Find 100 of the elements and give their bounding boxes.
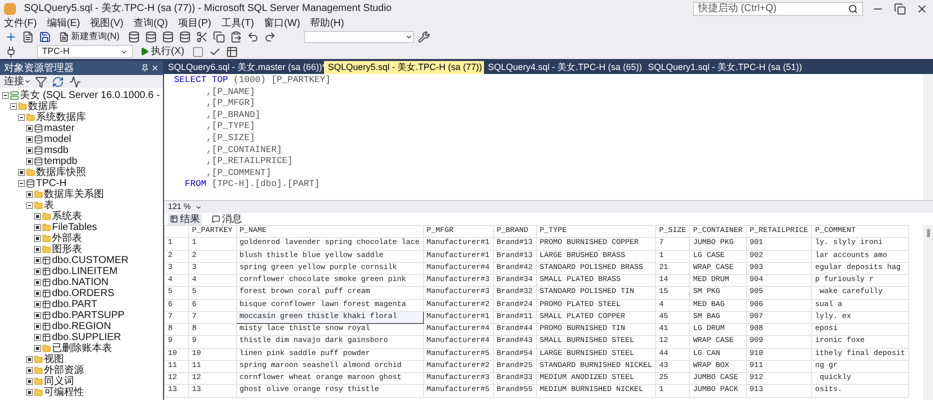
pin-icon[interactable] (141, 64, 149, 72)
tree-item[interactable]: model (44, 134, 72, 145)
expand-toggle[interactable] (26, 136, 33, 143)
expand-toggle[interactable] (34, 334, 41, 341)
zoom-dropdown[interactable]: 121 % (168, 201, 202, 213)
expand-toggle[interactable] (26, 191, 33, 198)
collapse-toggle[interactable] (26, 202, 33, 209)
database-icon[interactable] (178, 30, 192, 44)
document-tab[interactable]: SQLQuery4.sql - 美女.TPC-H (sa (65)) (484, 61, 644, 74)
execute-button[interactable]: 执行(X) (136, 44, 188, 59)
tree-item[interactable]: 外部表 (52, 233, 82, 244)
tree-item[interactable]: dbo.ORDERS (52, 288, 114, 299)
menu-item[interactable]: 文件(F) (4, 18, 37, 30)
menu-item[interactable]: 帮助(H) (310, 18, 344, 30)
expand-toggle[interactable] (34, 235, 41, 242)
expand-toggle[interactable] (34, 290, 41, 297)
expand-toggle[interactable] (26, 378, 33, 385)
activity-icon[interactable] (68, 74, 82, 88)
wrench-icon[interactable] (416, 30, 430, 44)
collapse-toggle[interactable] (2, 92, 9, 99)
expand-toggle[interactable] (34, 312, 41, 319)
results-tab[interactable]: 结果 (168, 214, 202, 224)
scrollbar[interactable] (923, 225, 933, 400)
restore-icon[interactable] (893, 2, 907, 16)
tree-item[interactable]: 数据库快照 (36, 167, 86, 178)
database-icon[interactable] (144, 30, 158, 44)
menu-item[interactable]: 项目(P) (178, 18, 212, 30)
tree-item[interactable]: 视图 (44, 354, 64, 365)
corner-cell (164, 226, 188, 238)
save-icon[interactable] (38, 30, 52, 44)
collapse-toggle[interactable] (10, 103, 17, 110)
expand-toggle[interactable] (34, 246, 41, 253)
quick-launch-field[interactable]: 快捷启动 (Ctrl+Q) (693, 2, 863, 16)
tree-item[interactable]: 已删除账本表 (52, 343, 112, 354)
tree-item[interactable]: dbo.PART (52, 299, 98, 310)
expand-toggle[interactable] (34, 268, 41, 275)
expand-toggle[interactable] (18, 169, 25, 176)
refresh-icon[interactable] (51, 74, 65, 88)
redo-icon[interactable] (262, 30, 276, 44)
expand-toggle[interactable] (26, 125, 33, 132)
tree-item[interactable]: 系统数据库 (36, 112, 86, 123)
menu-item[interactable]: 编辑(E) (46, 18, 80, 30)
tree-item[interactable]: dbo.LINEITEM (52, 266, 118, 277)
tree-item[interactable]: dbo.PARTSUPP (52, 310, 124, 321)
menu-item[interactable]: 窗口(W) (264, 18, 300, 30)
expand-toggle[interactable] (34, 224, 41, 231)
tree-item[interactable]: 可编程性 (44, 387, 84, 398)
scrollbar[interactable] (923, 74, 933, 200)
tree-item[interactable]: dbo.CUSTOMER (52, 255, 129, 266)
collapse-toggle[interactable] (18, 114, 25, 121)
code-editor[interactable]: SELECT TOP (1000) [P_PARTKEY] ,[P_NAME] ,[P_MFGR] ,[P_BRAND] ,[P_TYPE] ,[P_SIZE] ,[P_CONTAINER] ,[P_RETAILPRICE] ,[P_COMMENT] FROM [TPC-H].[dbo].[PART] (164, 74, 933, 201)
tree-item[interactable]: 数据库关系图 (44, 189, 104, 200)
cut-icon[interactable] (194, 30, 208, 44)
menu-item[interactable]: 查询(Q) (133, 18, 168, 30)
new-query-button[interactable]: 新建查询(N) (55, 30, 124, 44)
tree-item[interactable]: 数据库 (28, 101, 58, 112)
expand-toggle[interactable] (34, 213, 41, 220)
database-dropdown[interactable]: TPC-H (37, 45, 133, 58)
tree-item[interactable]: 图形表 (52, 244, 82, 255)
database-icon[interactable] (160, 30, 174, 44)
tree-item[interactable]: FileTables (52, 222, 98, 233)
expand-toggle[interactable] (34, 323, 41, 330)
expand-toggle[interactable] (34, 279, 41, 286)
expand-toggle[interactable] (34, 257, 41, 264)
caret-icon (194, 204, 202, 210)
search-icon[interactable] (848, 4, 858, 14)
database-icon (34, 146, 43, 155)
expand-toggle[interactable] (26, 356, 33, 363)
tree-item[interactable]: msdb (44, 145, 68, 156)
collapse-toggle[interactable] (18, 180, 25, 187)
tree-item[interactable]: dbo.NATION (52, 277, 108, 288)
tree-item[interactable]: 表 (44, 200, 54, 211)
expand-toggle[interactable] (26, 158, 33, 165)
paste-icon[interactable] (228, 30, 242, 44)
database-icon[interactable] (126, 30, 140, 44)
expand-toggle[interactable] (34, 301, 41, 308)
tree-item[interactable]: 美女 (SQL Server 16.0.1000.6 - (20, 90, 160, 101)
expand-toggle[interactable] (26, 389, 33, 396)
copy-icon[interactable] (212, 30, 226, 44)
undo-icon[interactable] (246, 30, 260, 44)
close-icon[interactable] (151, 64, 159, 72)
filter-icon[interactable] (34, 74, 48, 88)
tree-item[interactable]: tempdb (44, 156, 78, 167)
tree-item[interactable]: dbo.REGION (52, 321, 111, 332)
table-icon[interactable] (225, 44, 240, 58)
new-file-icon[interactable] (21, 30, 35, 44)
document-tab[interactable]: SQLQuery5.sql - 美女.TPC-H (sa (77)) (324, 61, 484, 74)
menu-item[interactable]: 工具(T) (221, 18, 254, 30)
tree-item[interactable]: TPC-H (36, 178, 67, 189)
connect-button[interactable]: 连接 (4, 76, 31, 88)
tree-item[interactable]: 外部资源 (44, 365, 84, 376)
results-tab[interactable]: 消息 (210, 214, 244, 224)
tree-item[interactable]: dbo.SUPPLIER (52, 332, 121, 343)
tree-item[interactable]: master (44, 123, 75, 134)
expand-toggle[interactable] (34, 345, 41, 352)
menu-item[interactable]: 视图(V) (90, 18, 124, 30)
expand-toggle[interactable] (26, 147, 33, 154)
tree-item[interactable]: 同义词 (44, 376, 74, 387)
expand-toggle[interactable] (26, 367, 33, 374)
tree-item[interactable]: 系统表 (52, 211, 82, 222)
